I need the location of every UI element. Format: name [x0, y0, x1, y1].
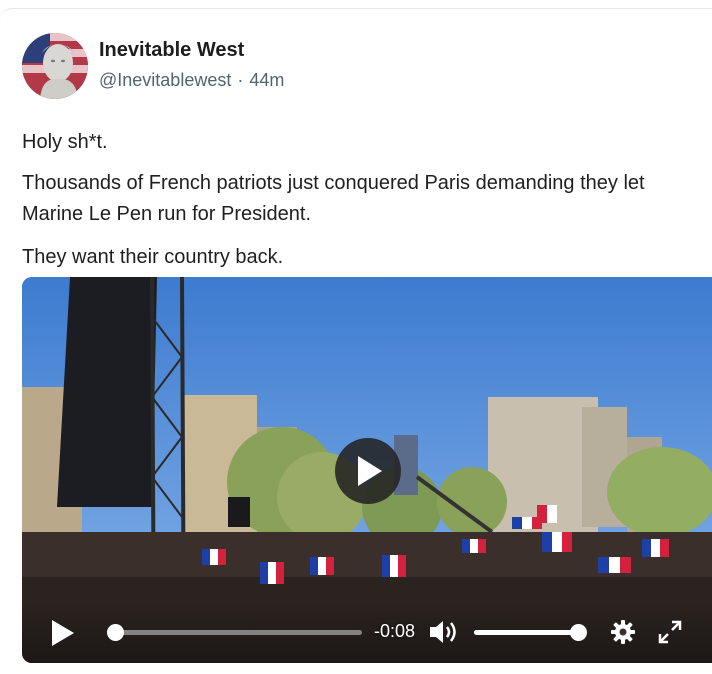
video-controls: -0:08: [22, 603, 712, 663]
avatar-image: [22, 33, 88, 99]
play-button[interactable]: [52, 620, 74, 651]
seek-bar[interactable]: [107, 624, 362, 641]
post-meta: @Inevitablewest · 44m: [99, 70, 284, 91]
mute-button[interactable]: [430, 619, 460, 650]
play-icon: [52, 620, 74, 646]
post-paragraph: They want their country back.: [22, 246, 284, 268]
author-name[interactable]: Inevitable West: [99, 39, 244, 62]
big-play-button[interactable]: [335, 438, 401, 504]
avatar[interactable]: [22, 33, 88, 99]
volume-slider-thumb[interactable]: [570, 624, 587, 641]
author-handle[interactable]: @Inevitablewest: [99, 70, 231, 90]
post-paragraph: Thousands of French patriots just conque…: [22, 172, 645, 225]
gear-icon: [611, 620, 635, 644]
meta-separator: ·: [237, 70, 244, 90]
settings-button[interactable]: [611, 620, 635, 649]
post-timestamp[interactable]: 44m: [249, 70, 284, 90]
volume-slider-fill: [474, 630, 578, 635]
volume-icon: [430, 621, 456, 643]
play-icon: [358, 456, 382, 486]
post-body: Holy sh*t. Thousands of French patriots …: [22, 127, 702, 285]
fullscreen-icon: [658, 620, 682, 644]
video-player[interactable]: -0:08: [22, 277, 712, 663]
seek-bar-thumb[interactable]: [107, 624, 125, 641]
volume-slider[interactable]: [474, 624, 587, 641]
post-paragraph: Holy sh*t.: [22, 131, 108, 153]
time-remaining: -0:08: [374, 621, 416, 641]
fullscreen-button[interactable]: [658, 620, 682, 649]
